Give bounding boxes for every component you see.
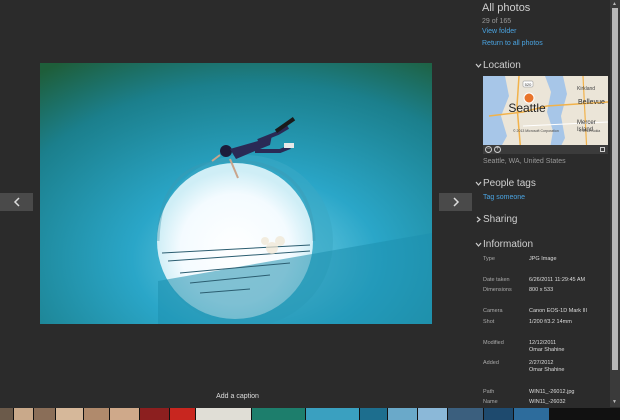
main-photo[interactable] [40, 63, 432, 324]
people-tags-section-header[interactable]: People tags [475, 178, 536, 189]
information-header-label: Information [483, 239, 534, 250]
info-label: Camera [483, 308, 503, 314]
info-label: Modified [483, 340, 504, 346]
photo-viewer: Add a caption [0, 0, 475, 407]
previous-photo-button[interactable] [0, 193, 33, 211]
scroll-down-icon[interactable]: ▼ [612, 399, 617, 405]
info-value: WIN11_-26012.jpg [529, 389, 575, 395]
location-map[interactable]: 520 Seattle Bellevue Kirkland Mercer Isl… [483, 76, 608, 154]
chevron-down-icon [475, 63, 482, 68]
filmstrip-thumbnail[interactable] [170, 408, 196, 420]
map-bellevue-label: Bellevue [578, 99, 605, 106]
filmstrip-thumbnail[interactable] [0, 408, 14, 420]
sharing-section-header[interactable]: Sharing [475, 214, 517, 225]
map-copyright-label: © 2013 Microsoft Corporation [513, 129, 559, 133]
filmstrip-thumbnail[interactable] [484, 408, 514, 420]
information-section-header[interactable]: Information [475, 239, 533, 250]
people-tags-header-label: People tags [483, 178, 536, 189]
chevron-left-icon [13, 197, 20, 207]
filmstrip-thumbnail[interactable] [514, 408, 550, 420]
filmstrip-thumbnail[interactable] [388, 408, 418, 420]
info-label: Dimensions [483, 287, 512, 293]
details-panel: All photos 29 of 165 View folder Return … [475, 0, 610, 407]
chevron-down-icon [475, 181, 482, 186]
map-toolbar: − + [483, 145, 608, 154]
zoom-out-button[interactable]: − [485, 146, 492, 153]
info-label: Shot [483, 319, 495, 325]
panel-scrollbar[interactable]: ▲ ▼ [610, 0, 620, 407]
info-value: 6/26/2011 11:29:45 AM [529, 277, 586, 283]
filmstrip-thumbnail[interactable] [110, 408, 140, 420]
info-value: 1/200 f/3.2 14mm [529, 319, 572, 325]
map-copyright2-label: © 2013 Nokia [579, 129, 600, 133]
info-label: Type [483, 256, 495, 262]
filmstrip-thumbnail[interactable] [252, 408, 306, 420]
info-value: WIN11_-26032 [529, 399, 566, 405]
photo-count: 29 of 165 [482, 18, 512, 25]
return-to-all-photos-link[interactable]: Return to all photos [482, 40, 543, 47]
info-label: Name [483, 399, 498, 405]
filmstrip-thumbnail[interactable] [360, 408, 388, 420]
info-label: Added [483, 360, 499, 366]
chevron-right-icon [476, 216, 481, 223]
filmstrip-thumbnail[interactable] [84, 408, 110, 420]
view-folder-link[interactable]: View folder [482, 28, 517, 35]
filmstrip-thumbnail[interactable] [56, 408, 84, 420]
next-photo-button[interactable] [439, 193, 472, 211]
map-kirkland-label: Kirkland [577, 86, 595, 92]
filmstrip-thumbnail[interactable] [418, 408, 448, 420]
expand-map-icon[interactable] [600, 147, 605, 152]
map-city-label: Seattle [508, 101, 546, 115]
location-address: Seattle, WA, United States [483, 158, 566, 165]
filmstrip-thumbnail[interactable] [448, 408, 484, 420]
location-section-header[interactable]: Location [475, 60, 521, 71]
scroll-up-icon[interactable]: ▲ [612, 1, 617, 7]
filmstrip-thumbnail[interactable] [14, 408, 34, 420]
info-value: 12/12/2011 [529, 340, 557, 346]
location-header-label: Location [483, 60, 521, 71]
info-value: 800 x 533 [529, 287, 554, 293]
sharing-header-label: Sharing [483, 214, 518, 225]
info-value: 2/27/2012 [529, 360, 554, 366]
filmstrip [0, 408, 620, 420]
zoom-in-button[interactable]: + [494, 146, 501, 153]
tag-someone-link[interactable]: Tag someone [483, 194, 525, 201]
add-caption-field[interactable]: Add a caption [0, 393, 475, 400]
info-label: Date taken [483, 277, 510, 283]
info-value: JPG Image [529, 256, 557, 262]
filmstrip-thumbnail[interactable] [140, 408, 170, 420]
scrollbar-thumb[interactable] [612, 8, 618, 370]
chevron-right-icon [452, 197, 459, 207]
chevron-down-icon [475, 242, 482, 247]
filmstrip-thumbnail[interactable] [306, 408, 360, 420]
info-label: Path [483, 389, 495, 395]
panel-title: All photos [482, 2, 531, 14]
map-mercer-label: Mercer [577, 120, 596, 126]
info-value: Canon EOS-1D Mark III [529, 308, 588, 314]
filmstrip-thumbnail[interactable] [34, 408, 56, 420]
filmstrip-thumbnail[interactable] [196, 408, 252, 420]
info-value: Omar Shahine [529, 367, 565, 373]
info-value: Omar Shahine [529, 347, 565, 353]
map-road-label: 520 [525, 82, 532, 87]
